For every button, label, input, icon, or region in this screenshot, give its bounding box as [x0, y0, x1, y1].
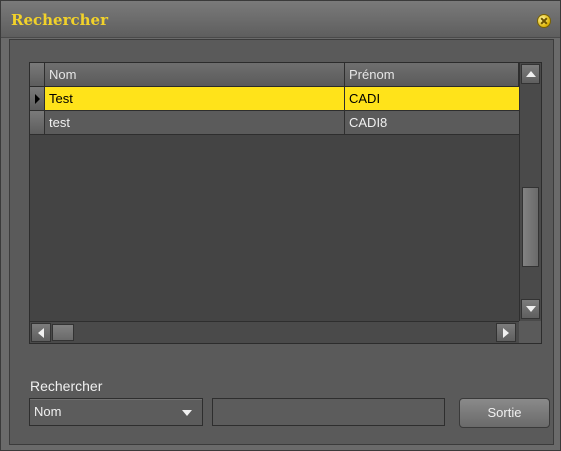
close-icon[interactable] [538, 15, 550, 27]
column-header-prenom[interactable]: Prénom [345, 63, 519, 86]
scroll-down-button[interactable] [521, 299, 540, 319]
scroll-corner [519, 321, 541, 343]
arrow-left-icon [38, 328, 44, 338]
search-field-select[interactable]: Nom [29, 398, 203, 426]
column-header-nom[interactable]: Nom [45, 63, 345, 86]
search-input[interactable] [212, 398, 445, 426]
search-field-value: Nom [34, 404, 62, 419]
table-row[interactable]: test CADI8 [30, 111, 519, 135]
horizontal-scroll-thumb[interactable] [52, 324, 74, 341]
row-arrow-icon [35, 94, 40, 104]
results-grid: Nom Prénom Test CADI test CADI8 [29, 62, 542, 344]
exit-button[interactable]: Sortie [459, 398, 550, 428]
vertical-scrollbar[interactable] [519, 63, 541, 321]
window-title: Rechercher [11, 11, 108, 29]
grid-header: Nom Prénom [30, 63, 519, 87]
scroll-right-button[interactable] [496, 323, 516, 342]
search-label: Rechercher [30, 378, 103, 394]
vertical-scroll-thumb[interactable] [522, 187, 539, 267]
scroll-up-button[interactable] [521, 64, 540, 84]
chevron-down-icon[interactable] [182, 410, 192, 416]
title-bar[interactable]: Rechercher [1, 1, 560, 38]
table-row[interactable]: Test CADI [30, 87, 519, 111]
scroll-left-button[interactable] [31, 323, 51, 342]
header-row-selector [30, 63, 45, 86]
cell-nom[interactable]: Test [45, 87, 345, 110]
row-selector[interactable] [30, 87, 45, 110]
arrow-down-icon [526, 306, 536, 312]
row-selector[interactable] [30, 111, 45, 134]
horizontal-scrollbar[interactable] [30, 321, 519, 343]
cell-nom[interactable]: test [45, 111, 345, 134]
arrow-right-icon [503, 328, 509, 338]
arrow-up-icon [526, 71, 536, 77]
cell-prenom[interactable]: CADI8 [345, 111, 519, 134]
cell-prenom[interactable]: CADI [345, 87, 519, 110]
